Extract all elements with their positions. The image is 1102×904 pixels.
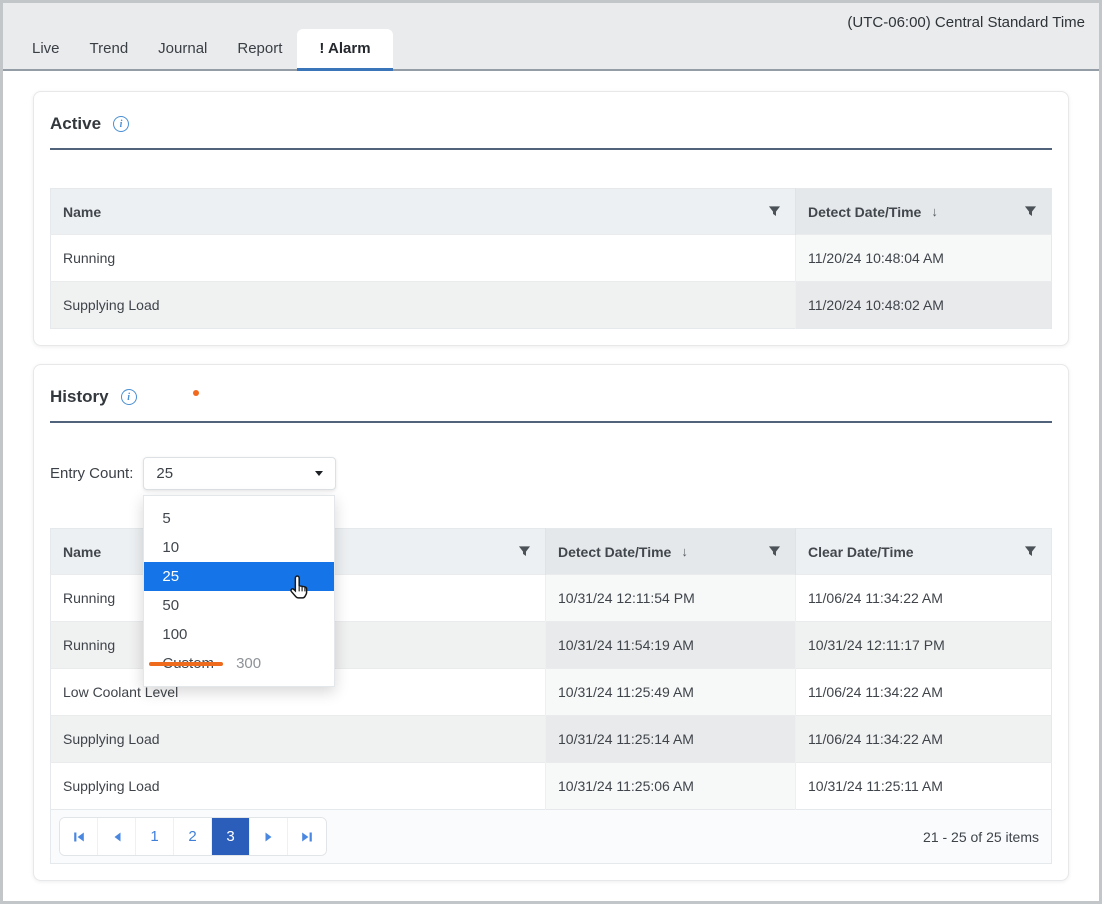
tab-journal[interactable]: Journal: [143, 29, 222, 69]
history-row-clear: 11/06/24 11:34:22 AM: [796, 716, 1052, 763]
history-detect-column-header[interactable]: Detect Date/Time ↓: [546, 529, 796, 575]
history-row-clear: 10/31/24 11:25:11 AM: [796, 763, 1052, 810]
history-row-detect: 10/31/24 12:11:54 PM: [546, 575, 796, 622]
tab-trend[interactable]: Trend: [75, 29, 144, 69]
active-row-detect: 11/20/24 10:48:02 AM: [796, 282, 1052, 329]
annotation-dot: [193, 390, 199, 396]
entry-count-label: Entry Count:: [50, 465, 133, 482]
entry-count-select[interactable]: 25: [143, 457, 336, 490]
history-row-detect: 10/31/24 11:25:14 AM: [546, 716, 796, 763]
entry-count-row: Entry Count: 25 5 10 25 50 100 Custom: [50, 457, 1052, 490]
tab-bar: Live Trend Journal Report ! Alarm: [17, 29, 393, 69]
history-pager-bar: 1 2 3 21 - 25 of 25 items: [50, 810, 1052, 864]
pager-buttons: 1 2 3: [59, 817, 327, 856]
entry-count-dropdown: 25 5 10 25 50 100 Custom 300: [143, 457, 336, 490]
active-divider: [50, 148, 1052, 150]
table-row: Supplying Load 10/31/24 11:25:06 AM 10/3…: [51, 763, 1052, 810]
active-detect-column-header[interactable]: Detect Date/Time ↓: [796, 189, 1052, 235]
cursor-hand-icon: [286, 574, 313, 606]
entry-count-option-100[interactable]: 100: [144, 620, 334, 649]
tab-alarm[interactable]: ! Alarm: [297, 29, 392, 69]
history-row-name: Supplying Load: [51, 716, 546, 763]
active-info-icon[interactable]: i: [113, 116, 129, 132]
pager-page-2[interactable]: 2: [174, 818, 212, 855]
pager-prev-button[interactable]: [98, 818, 136, 855]
history-row-detect: 10/31/24 11:25:49 AM: [546, 669, 796, 716]
history-name-header-label: Name: [63, 544, 101, 560]
history-detect-filter-icon[interactable]: [766, 543, 783, 560]
custom-option-value: 300: [236, 655, 261, 672]
table-row: Supplying Load 10/31/24 11:25:14 AM 11/0…: [51, 716, 1052, 763]
entry-count-option-5[interactable]: 5: [144, 504, 334, 533]
active-detect-filter-icon[interactable]: [1022, 203, 1039, 220]
tab-live[interactable]: Live: [17, 29, 75, 69]
history-section-title: History: [50, 387, 109, 407]
top-bar: (UTC-06:00) Central Standard Time Live T…: [3, 3, 1099, 71]
pager-first-button[interactable]: [60, 818, 98, 855]
history-divider: [50, 421, 1052, 423]
history-name-filter-icon[interactable]: [516, 543, 533, 560]
active-row-detect: 11/20/24 10:48:04 AM: [796, 235, 1052, 282]
history-row-clear: 11/06/24 11:34:22 AM: [796, 669, 1052, 716]
table-row: Supplying Load 11/20/24 10:48:02 AM: [51, 282, 1052, 329]
history-info-icon[interactable]: i: [121, 389, 137, 405]
history-row-name: Supplying Load: [51, 763, 546, 810]
sort-descending-icon: ↓: [681, 544, 688, 559]
tab-report[interactable]: Report: [222, 29, 297, 69]
active-alarms-card: Active i Name: [33, 91, 1069, 346]
history-row-clear: 11/06/24 11:34:22 AM: [796, 575, 1052, 622]
alarm-content: Active i Name: [3, 71, 1099, 904]
active-section-title: Active: [50, 114, 101, 134]
history-clear-column-header[interactable]: Clear Date/Time: [796, 529, 1052, 575]
history-row-clear: 10/31/24 12:11:17 PM: [796, 622, 1052, 669]
entry-count-value: 25: [156, 465, 173, 482]
history-detect-header-label: Detect Date/Time: [558, 544, 671, 560]
history-alarms-card: History i Entry Count: 25 5 10 25 50: [33, 364, 1069, 881]
entry-count-option-custom[interactable]: Custom 300: [144, 649, 334, 678]
active-detect-header-label: Detect Date/Time: [808, 204, 921, 220]
history-section-header: History i: [50, 387, 1052, 407]
active-name-filter-icon[interactable]: [766, 203, 783, 220]
timezone-label: (UTC-06:00) Central Standard Time: [847, 14, 1085, 31]
table-row: Running 11/20/24 10:48:04 AM: [51, 235, 1052, 282]
history-row-detect: 10/31/24 11:54:19 AM: [546, 622, 796, 669]
custom-option-label: Custom: [162, 655, 214, 672]
pager-last-button[interactable]: [288, 818, 326, 855]
active-section-header: Active i: [50, 114, 1052, 134]
active-alarms-table: Name Detect Date/Time ↓: [50, 188, 1052, 329]
history-clear-header-label: Clear Date/Time: [808, 544, 914, 560]
entry-count-option-10[interactable]: 10: [144, 533, 334, 562]
pager-items-summary: 21 - 25 of 25 items: [923, 829, 1039, 845]
alarm-page: (UTC-06:00) Central Standard Time Live T…: [0, 0, 1102, 904]
active-name-header-label: Name: [63, 204, 101, 220]
pager-page-1[interactable]: 1: [136, 818, 174, 855]
active-row-name: Running: [51, 235, 796, 282]
history-clear-filter-icon[interactable]: [1022, 543, 1039, 560]
pager-next-button[interactable]: [250, 818, 288, 855]
chevron-down-icon: [315, 471, 323, 476]
history-row-detect: 10/31/24 11:25:06 AM: [546, 763, 796, 810]
sort-descending-icon: ↓: [931, 204, 938, 219]
active-name-column-header[interactable]: Name: [51, 189, 796, 235]
pager-page-3-active[interactable]: 3: [212, 818, 250, 855]
active-row-name: Supplying Load: [51, 282, 796, 329]
